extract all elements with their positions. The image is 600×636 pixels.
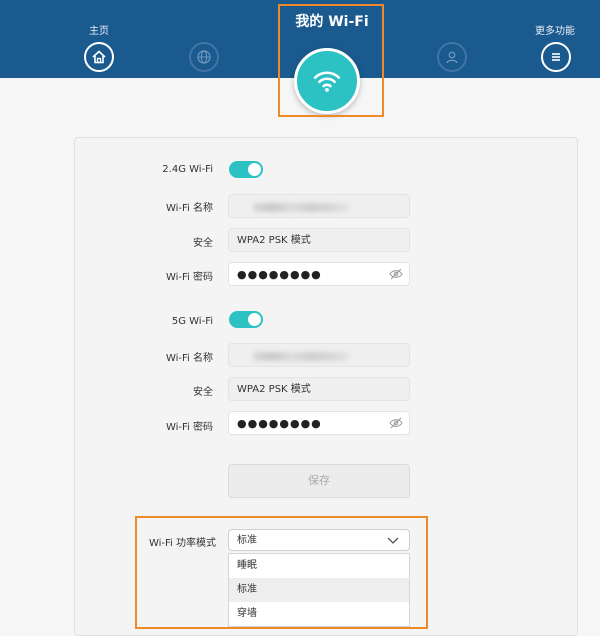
wifi24-password-value: ●●●●●●●●: [237, 268, 322, 281]
home-icon[interactable]: [84, 42, 114, 72]
menu-icon[interactable]: [541, 42, 571, 72]
wifi5-name-label: Wi-Fi 名称: [165, 353, 213, 364]
wifi24-toggle[interactable]: [229, 161, 263, 178]
wifi5-password-input[interactable]: ●●●●●●●●: [228, 411, 410, 435]
eye-off-icon[interactable]: [389, 268, 403, 280]
highlight-box-wifi: [278, 4, 384, 117]
wifi24-password-label: Wi-Fi 密码: [165, 272, 213, 283]
wifi24-security-label: 安全: [193, 238, 213, 249]
user-icon[interactable]: [437, 42, 467, 72]
nav-home-label: 主页: [89, 26, 109, 37]
save-button[interactable]: 保存: [228, 464, 410, 498]
eye-off-icon[interactable]: [389, 417, 403, 429]
nav-home[interactable]: 主页: [84, 22, 114, 37]
wifi24-section-label: 2.4G Wi-Fi: [162, 164, 213, 175]
nav-more-label: 更多功能: [535, 26, 575, 37]
wifi24-name-input[interactable]: [228, 194, 410, 218]
wifi5-security-label: 安全: [193, 387, 213, 398]
globe-icon[interactable]: [189, 42, 219, 72]
wifi5-name-input[interactable]: [228, 343, 410, 367]
highlight-box-power-mode: [135, 516, 428, 629]
wifi5-toggle[interactable]: [229, 311, 263, 328]
wifi24-security-select[interactable]: WPA2 PSK 模式: [228, 228, 410, 252]
wifi5-security-select[interactable]: WPA2 PSK 模式: [228, 377, 410, 401]
wifi24-name-label: Wi-Fi 名称: [165, 203, 213, 214]
wifi5-password-label: Wi-Fi 密码: [165, 422, 213, 433]
wifi5-password-value: ●●●●●●●●: [237, 417, 322, 430]
wifi24-password-input[interactable]: ●●●●●●●●: [228, 262, 410, 286]
wifi5-section-label: 5G Wi-Fi: [171, 316, 213, 327]
nav-more[interactable]: 更多功能: [530, 22, 580, 37]
